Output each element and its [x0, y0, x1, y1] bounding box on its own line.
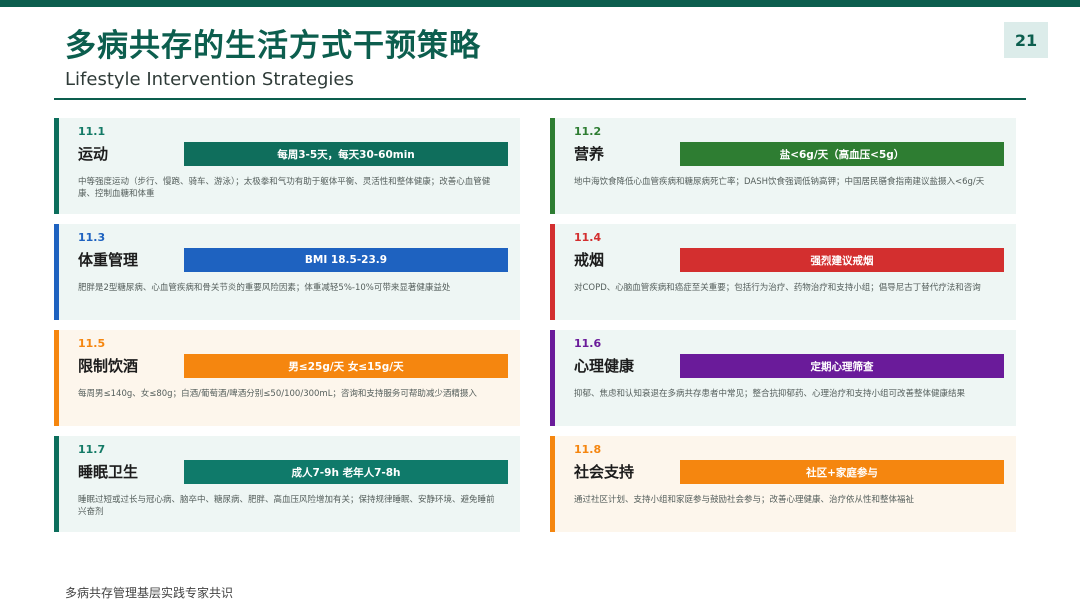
- card-title: 限制饮酒: [78, 357, 139, 375]
- card-description: 肥胖是2型糖尿病、心血管疾病和骨关节炎的重要风险因素；体重减轻5%-10%可带来…: [78, 283, 451, 293]
- card-exercise: 11.1 运动 每周3-5天，每天30-60min 中等强度运动（步行、慢跑、骑…: [54, 118, 520, 214]
- card-description: 睡眠过短或过长与冠心病、脑卒中、糖尿病、肥胖、高血压风险增加有关；保持规律睡眠、…: [78, 495, 495, 517]
- footer-source: 多病共存管理基层实践专家共识: [65, 586, 234, 600]
- card-mental-health: 11.6 心理健康 定期心理筛查 抑郁、焦虑和认知衰退在多病共存患者中常见；整合…: [550, 330, 1016, 426]
- card-title: 社会支持: [574, 463, 635, 481]
- card-number: 11.6: [574, 337, 602, 350]
- card-number: 11.5: [78, 337, 106, 350]
- card-smoking: 11.4 戒烟 强烈建议戒烟 对COPD、心脑血管疾病和癌症至关重要；包括行为治…: [550, 224, 1016, 320]
- page-subtitle: Lifestyle Intervention Strategies: [65, 69, 354, 90]
- card-nutrition: 11.2 营养 盐<6g/天（高血压<5g） 地中海饮食降低心血管疾病和糖尿病死…: [550, 118, 1016, 214]
- card-description: 每周男≤140g、女≤80g；白酒/葡萄酒/啤酒分别≤50/100/300mL；…: [78, 389, 477, 399]
- card-number: 11.7: [78, 443, 106, 456]
- page-number: 21: [1004, 22, 1048, 58]
- card-description: 地中海饮食降低心血管疾病和糖尿病死亡率；DASH饮食强调低钠高钾；中国居民膳食指…: [574, 177, 985, 187]
- card-badge: 社区+家庭参与: [680, 460, 1004, 484]
- card-badge: 强烈建议戒烟: [680, 248, 1004, 272]
- page-title: 多病共存的生活方式干预策略: [65, 28, 481, 64]
- card-title: 心理健康: [574, 357, 635, 375]
- card-description: 抑郁、焦虑和认知衰退在多病共存患者中常见；整合抗抑郁药、心理治疗和支持小组可改善…: [574, 389, 966, 399]
- card-sleep: 11.7 睡眠卫生 成人7-9h 老年人7-8h 睡眠过短或过长与冠心病、脑卒中…: [54, 436, 520, 532]
- card-number: 11.1: [78, 125, 106, 138]
- card-title: 睡眠卫生: [78, 463, 139, 481]
- card-description: 对COPD、心脑血管疾病和癌症至关重要；包括行为治疗、药物治疗和支持小组；倡导尼…: [574, 283, 981, 293]
- card-badge: BMI 18.5-23.9: [184, 248, 508, 272]
- card-badge: 男≤25g/天 女≤15g/天: [184, 354, 508, 378]
- card-number: 11.3: [78, 231, 106, 244]
- top-accent-bar: [0, 0, 1080, 7]
- card-title: 戒烟: [574, 251, 605, 269]
- card-badge: 每周3-5天，每天30-60min: [184, 142, 508, 166]
- card-title: 体重管理: [78, 251, 139, 269]
- card-number: 11.4: [574, 231, 602, 244]
- card-title: 营养: [574, 145, 605, 163]
- card-description: 通过社区计划、支持小组和家庭参与鼓励社会参与；改善心理健康、治疗依从性和整体福祉: [574, 495, 915, 505]
- card-title: 运动: [78, 145, 109, 163]
- card-weight: 11.3 体重管理 BMI 18.5-23.9 肥胖是2型糖尿病、心血管疾病和骨…: [54, 224, 520, 320]
- title-divider: [54, 98, 1026, 100]
- card-badge: 成人7-9h 老年人7-8h: [184, 460, 508, 484]
- card-alcohol: 11.5 限制饮酒 男≤25g/天 女≤15g/天 每周男≤140g、女≤80g…: [54, 330, 520, 426]
- card-social-support: 11.8 社会支持 社区+家庭参与 通过社区计划、支持小组和家庭参与鼓励社会参与…: [550, 436, 1016, 532]
- card-number: 11.2: [574, 125, 602, 138]
- card-badge: 盐<6g/天（高血压<5g）: [680, 142, 1004, 166]
- card-badge: 定期心理筛查: [680, 354, 1004, 378]
- card-number: 11.8: [574, 443, 602, 456]
- card-description: 中等强度运动（步行、慢跑、骑车、游泳）；太极拳和气功有助于躯体平衡、灵活性和整体…: [78, 177, 491, 199]
